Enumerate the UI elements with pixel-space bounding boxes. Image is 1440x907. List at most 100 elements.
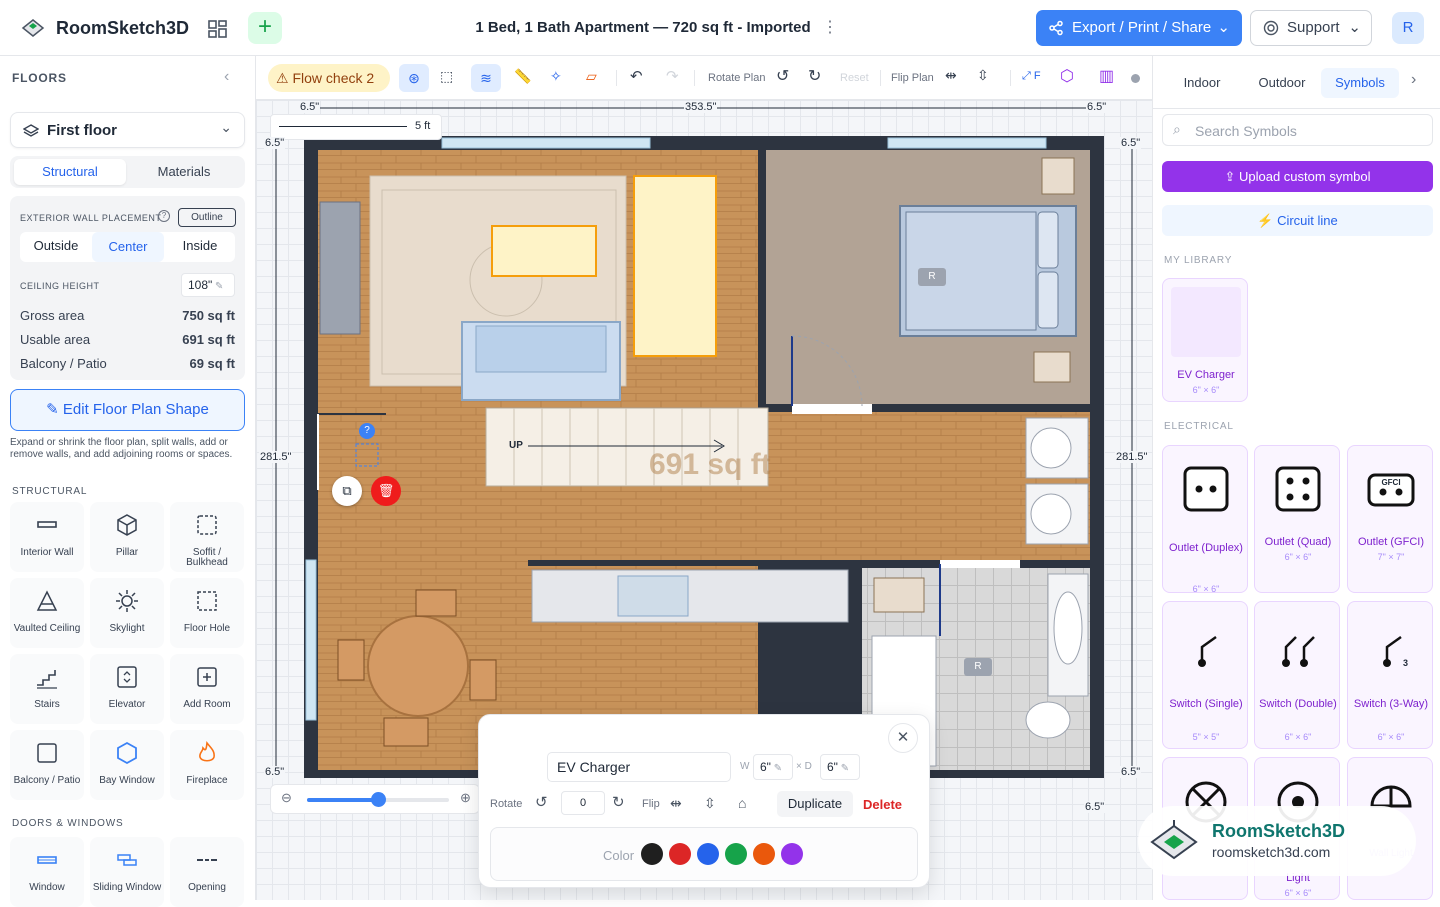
color-swatch-orange[interactable] — [753, 843, 775, 865]
symbol-outlet-gfci[interactable]: GFCI Outlet (GFCI) 7" × 7" — [1347, 445, 1433, 593]
redo-icon[interactable]: ↷ — [666, 67, 679, 85]
color-swatch-red[interactable] — [669, 843, 691, 865]
tab-materials[interactable]: Materials — [128, 159, 240, 185]
rotate-right-icon[interactable]: ↻ — [808, 66, 821, 86]
tool-interior-wall[interactable]: Interior Wall — [10, 502, 84, 572]
window — [441, 137, 651, 149]
symbol-name-input[interactable]: EV Charger — [547, 752, 731, 782]
tool-skylight[interactable]: Skylight — [90, 578, 164, 648]
search-symbols-input[interactable]: ⌕ Search Symbols — [1162, 114, 1433, 146]
zoom-in-icon[interactable]: ⊕ — [460, 790, 471, 806]
collapse-panel-icon[interactable]: ‹ — [224, 68, 229, 86]
color-swatch-black[interactable] — [641, 843, 663, 865]
reset-button[interactable]: Reset — [840, 72, 869, 84]
trash-icon[interactable]: 🗑 — [371, 476, 401, 506]
top-bar: RoomSketch3D + 1 Bed, 1 Bath Apartment —… — [0, 0, 1440, 56]
tab-structural[interactable]: Structural — [14, 159, 126, 185]
more-options-icon[interactable]: ⋮ — [822, 17, 838, 37]
flow-check-button[interactable]: ⚠ Flow check 2 — [268, 64, 390, 92]
tool-opening[interactable]: Opening — [170, 837, 244, 907]
tag-icon[interactable]: ⌂ — [738, 795, 746, 811]
bed-tag[interactable]: R — [918, 268, 946, 286]
symbol-size: 6" × 6" — [1284, 888, 1312, 898]
help-icon[interactable]: ? — [158, 210, 170, 222]
flip-vertical-icon[interactable]: ⇳ — [977, 67, 989, 84]
color-swatch-blue[interactable] — [697, 843, 719, 865]
placement-outside[interactable]: Outside — [20, 238, 92, 253]
magic-wand-icon[interactable]: ✧ — [550, 68, 562, 85]
balcony-area-label: Balcony / Patio — [20, 356, 107, 371]
tab-symbols[interactable]: Symbols — [1321, 68, 1399, 98]
symbol-size: 5" × 5" — [1192, 732, 1220, 742]
tab-outdoor[interactable]: Outdoor — [1243, 68, 1321, 98]
rotate-input[interactable]: 0 — [561, 791, 605, 815]
rotate-left-icon[interactable]: ↺ — [535, 793, 548, 811]
flip-vertical-icon[interactable]: ⇳ — [704, 795, 716, 812]
tab-indoor[interactable]: Indoor — [1163, 68, 1241, 98]
tool-add-room[interactable]: Add Room — [170, 654, 244, 724]
bath-tag[interactable]: R — [964, 658, 992, 676]
tool-fireplace[interactable]: Fireplace — [170, 730, 244, 800]
tool-pillar[interactable]: Pillar — [90, 502, 164, 572]
3d-cube-icon[interactable]: ⬡ — [1060, 66, 1074, 86]
flip-horizontal-icon[interactable]: ⇹ — [945, 67, 957, 84]
duplicate-button[interactable]: Duplicate — [777, 791, 853, 817]
user-avatar[interactable]: R — [1392, 12, 1424, 44]
fit-view-button[interactable]: ⤢ F — [1022, 70, 1041, 83]
symbol-switch-double[interactable]: Switch (Double) 6" × 6" — [1254, 601, 1340, 749]
measure-icon[interactable]: 📏 — [514, 68, 531, 85]
magnet-snap-icon[interactable]: ⊛ — [399, 64, 429, 92]
undo-icon[interactable]: ↶ — [630, 67, 643, 85]
flip-horizontal-icon[interactable]: ⇹ — [670, 795, 682, 812]
tool-sliding-window[interactable]: Sliding Window — [90, 837, 164, 907]
select-tool-icon[interactable]: ⬚ — [440, 68, 453, 85]
upload-custom-symbol-button[interactable]: ⇪ Upload custom symbol — [1162, 161, 1433, 192]
rotate-handle[interactable]: ? — [359, 423, 375, 439]
symbol-switch-3-way[interactable]: 3 Switch (3-Way) 6" × 6" — [1347, 601, 1433, 749]
symbol-outlet-quad[interactable]: Outlet (Quad) 6" × 6" — [1254, 445, 1340, 593]
tool-floor-hole[interactable]: Floor Hole — [170, 578, 244, 648]
width-input[interactable]: 6" ✎ — [753, 754, 793, 780]
floor-name: First floor — [47, 122, 117, 139]
tool-soffit[interactable]: Soffit / Bulkhead — [170, 502, 244, 572]
app-name[interactable]: RoomSketch3D — [56, 18, 189, 39]
export-print-share-button[interactable]: Export / Print / Share ⌄ — [1036, 10, 1242, 46]
tool-vaulted-ceiling[interactable]: Vaulted Ceiling — [10, 578, 84, 648]
zoom-slider-thumb[interactable] — [371, 792, 386, 807]
placement-inside[interactable]: Inside — [164, 238, 236, 253]
delete-button[interactable]: Delete — [863, 797, 902, 812]
room-shape-icon[interactable]: ▱ — [586, 68, 597, 85]
my-library-header: MY LIBRARY — [1164, 255, 1233, 266]
layers-tool-icon[interactable]: ≋ — [471, 64, 501, 92]
rotate-right-icon[interactable]: ↻ — [612, 793, 625, 811]
tool-bay-window[interactable]: Bay Window — [90, 730, 164, 800]
building-icon[interactable]: ▥ — [1099, 66, 1114, 86]
dimension-label: 6.5" — [1120, 137, 1142, 149]
add-new-button[interactable]: + — [248, 12, 282, 44]
symbol-outlet-duplex[interactable]: Outlet (Duplex) 6" × 6" — [1162, 445, 1248, 594]
symbol-switch-single[interactable]: Switch (Single) 5" × 5" — [1162, 601, 1248, 749]
tool-balcony[interactable]: Balcony / Patio — [10, 730, 84, 800]
color-swatch-green[interactable] — [725, 843, 747, 865]
placement-center[interactable]: Center — [92, 232, 164, 262]
floor-selector[interactable]: First floor ⌄ — [10, 112, 245, 148]
chevron-right-icon[interactable]: › — [1411, 71, 1416, 89]
edit-floor-plan-shape-button[interactable]: ✎ Edit Floor Plan Shape — [10, 389, 245, 431]
copy-icon[interactable]: ⧉ — [332, 476, 362, 506]
tool-window[interactable]: Window — [10, 837, 84, 907]
circuit-line-button[interactable]: ⚡ Circuit line — [1162, 205, 1433, 236]
color-swatch-purple[interactable] — [781, 843, 803, 865]
close-icon[interactable]: ✕ — [888, 723, 918, 753]
zoom-out-icon[interactable]: ⊖ — [281, 790, 292, 806]
document-title[interactable]: 1 Bed, 1 Bath Apartment — 720 sq ft - Im… — [440, 19, 846, 36]
rotate-left-icon[interactable]: ↺ — [776, 66, 789, 86]
dining-chair — [383, 717, 429, 747]
depth-input[interactable]: 6" ✎ — [820, 754, 860, 780]
tool-stairs[interactable]: Stairs — [10, 654, 84, 724]
tool-elevator[interactable]: Elevator — [90, 654, 164, 724]
library-item-ev-charger[interactable]: EV Charger 6" × 6" — [1162, 278, 1248, 402]
outline-button[interactable]: Outline — [178, 208, 236, 227]
dashboard-grid-icon[interactable] — [204, 16, 230, 42]
support-button[interactable]: Support ⌄ — [1250, 10, 1372, 46]
ceiling-height-input[interactable]: 108" ✎ — [181, 273, 235, 297]
